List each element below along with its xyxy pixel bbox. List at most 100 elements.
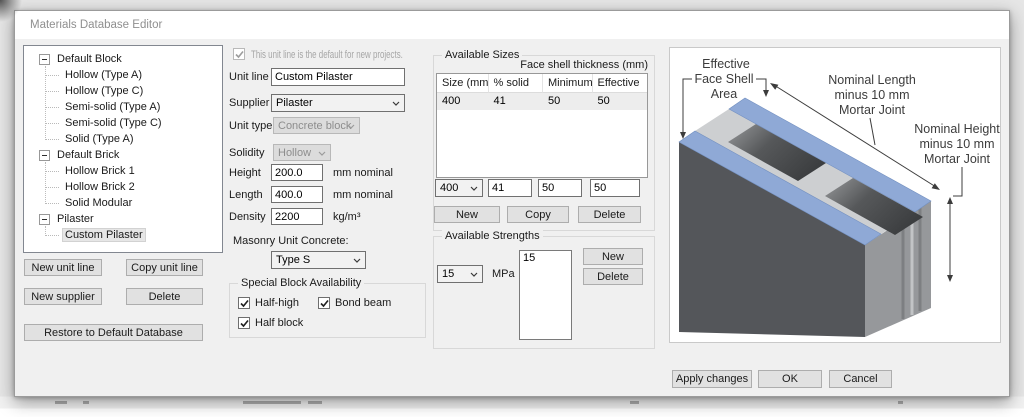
solid-input[interactable]: [488, 179, 532, 197]
minimum-input[interactable]: [538, 179, 582, 197]
cell-effective: 50: [593, 93, 647, 110]
column-header[interactable]: Size (mm): [437, 74, 489, 93]
restore-default-database-button[interactable]: Restore to Default Database: [24, 324, 203, 341]
tree-connector: [45, 203, 59, 204]
face-shell-thickness-header: Face shell thickness (mm): [520, 59, 648, 71]
masonry-unit-concrete-select[interactable]: Type S: [271, 251, 366, 269]
new-unit-line-button[interactable]: New unit line: [24, 259, 102, 276]
tree-item-solid-type-a[interactable]: Solid (Type A): [24, 131, 222, 147]
tree-item-solid-modular[interactable]: Solid Modular: [24, 195, 222, 211]
tree-item-hollow-brick-1[interactable]: Hollow Brick 1: [24, 163, 222, 179]
tree-item-label: Hollow Brick 1: [63, 165, 137, 177]
density-unit: kg/m³: [333, 211, 361, 223]
tree-item-hollow-brick-2[interactable]: Hollow Brick 2: [24, 179, 222, 195]
strength-select[interactable]: 15: [437, 265, 483, 283]
length-input[interactable]: [271, 186, 323, 203]
check-icon: [240, 319, 249, 328]
tree-item-pilaster[interactable]: Pilaster: [24, 211, 222, 227]
annotation-bracket: [756, 79, 766, 91]
tree-connector: [45, 187, 59, 188]
unit-tree: Default Block Hollow (Type A) Hollow (Ty…: [23, 45, 223, 253]
cell-solid: 41: [489, 93, 543, 110]
collapse-icon[interactable]: [39, 54, 50, 65]
check-icon: [320, 299, 329, 308]
chevron-down-icon: [392, 101, 400, 106]
ok-button[interactable]: OK: [758, 370, 822, 388]
tree-item-label: Semi-solid (Type A): [63, 101, 162, 113]
tree-connector: [45, 91, 59, 92]
tree-item-default-block[interactable]: Default Block: [24, 51, 222, 67]
nominal-length-line2: minus 10 mm: [834, 88, 909, 102]
title-bar[interactable]: Materials Database Editor: [15, 11, 1009, 39]
table-row[interactable]: 400 41 50 50: [437, 93, 647, 110]
column-header[interactable]: Minimum: [543, 74, 593, 93]
solidity-select: Hollow: [273, 144, 331, 161]
cancel-button[interactable]: Cancel: [829, 370, 892, 388]
height-input[interactable]: [271, 164, 323, 181]
supplier-select[interactable]: Pilaster: [271, 94, 405, 112]
delete-unit-button[interactable]: Delete: [126, 288, 203, 305]
strengths-listbox: 15: [519, 250, 572, 340]
annotation-leader: [953, 167, 962, 196]
solidity-value: Hollow: [278, 147, 311, 159]
new-strength-button[interactable]: New: [583, 248, 643, 265]
list-item[interactable]: 15: [520, 251, 571, 265]
size-select[interactable]: 400: [435, 179, 483, 197]
cell-size: 400: [437, 93, 489, 110]
tree-item-default-brick[interactable]: Default Brick: [24, 147, 222, 163]
half-block-checkbox[interactable]: [238, 317, 250, 329]
special-block-availability-group: Special Block Availability Half-high Bon…: [229, 283, 426, 338]
arrowhead: [763, 90, 769, 97]
arrowhead: [770, 83, 778, 90]
check-icon: [235, 50, 244, 59]
effective-input[interactable]: [590, 179, 640, 197]
delete-strength-button[interactable]: Delete: [583, 268, 643, 285]
column-header[interactable]: % solid: [489, 74, 543, 93]
collapse-icon[interactable]: [39, 214, 50, 225]
tree-item-label: Solid Modular: [63, 197, 134, 209]
density-input[interactable]: [271, 208, 323, 225]
tree-item-label: Hollow (Type A): [63, 69, 144, 81]
materials-database-editor-dialog: Materials Database Editor Default Block …: [14, 10, 1010, 397]
supplier-label: Supplier: [229, 97, 269, 109]
tree-item-hollow-type-c[interactable]: Hollow (Type C): [24, 83, 222, 99]
copy-size-button[interactable]: Copy: [507, 206, 569, 223]
unit-line-input[interactable]: [271, 68, 405, 86]
masonry-unit-concrete-label: Masonry Unit Concrete:: [233, 235, 349, 247]
available-sizes-title: Available Sizes: [442, 49, 522, 61]
density-label: Density: [229, 211, 266, 223]
half-high-checkbox[interactable]: [238, 297, 250, 309]
unit-line-label: Unit line: [229, 71, 269, 83]
mpa-label: MPa: [492, 268, 515, 280]
arrowhead: [947, 275, 953, 282]
window-title: Materials Database Editor: [30, 11, 162, 39]
effective-label-line3: Area: [711, 87, 737, 101]
available-strengths-title: Available Strengths: [442, 230, 543, 242]
collapse-icon[interactable]: [39, 150, 50, 161]
size-select-value: 400: [440, 182, 458, 194]
tree-item-semi-solid-type-a[interactable]: Semi-solid (Type A): [24, 99, 222, 115]
apply-changes-button[interactable]: Apply changes: [672, 370, 752, 388]
delete-size-button[interactable]: Delete: [578, 206, 641, 223]
unit-type-value: Concrete block: [278, 120, 351, 132]
copy-unit-line-button[interactable]: Copy unit line: [126, 259, 203, 276]
tree-connector: [45, 139, 59, 140]
available-strengths-group: Available Strengths 15 MPa 15 New Delete: [433, 236, 655, 349]
column-header[interactable]: Effective: [593, 74, 647, 93]
nominal-height-line2: minus 10 mm: [919, 137, 994, 151]
tree-item-semi-solid-type-c[interactable]: Semi-solid (Type C): [24, 115, 222, 131]
tree-item-hollow-type-a[interactable]: Hollow (Type A): [24, 67, 222, 83]
length-label: Length: [229, 189, 263, 201]
new-supplier-button[interactable]: New supplier: [24, 288, 102, 305]
tree-connector: [45, 171, 59, 172]
tree-connector: [45, 75, 59, 76]
supplier-value: Pilaster: [276, 97, 313, 109]
bond-beam-checkbox[interactable]: [318, 297, 330, 309]
chevron-down-icon: [353, 258, 361, 263]
concrete-block-diagram: Effective Face Shell Area Nominal Length…: [670, 48, 1000, 342]
tree-item-label: Pilaster: [55, 213, 96, 225]
new-size-button[interactable]: New: [434, 206, 500, 223]
tree-item-custom-pilaster[interactable]: Custom Pilaster: [24, 227, 222, 243]
tree-item-label: Hollow Brick 2: [63, 181, 137, 193]
chevron-down-icon: [470, 272, 478, 277]
